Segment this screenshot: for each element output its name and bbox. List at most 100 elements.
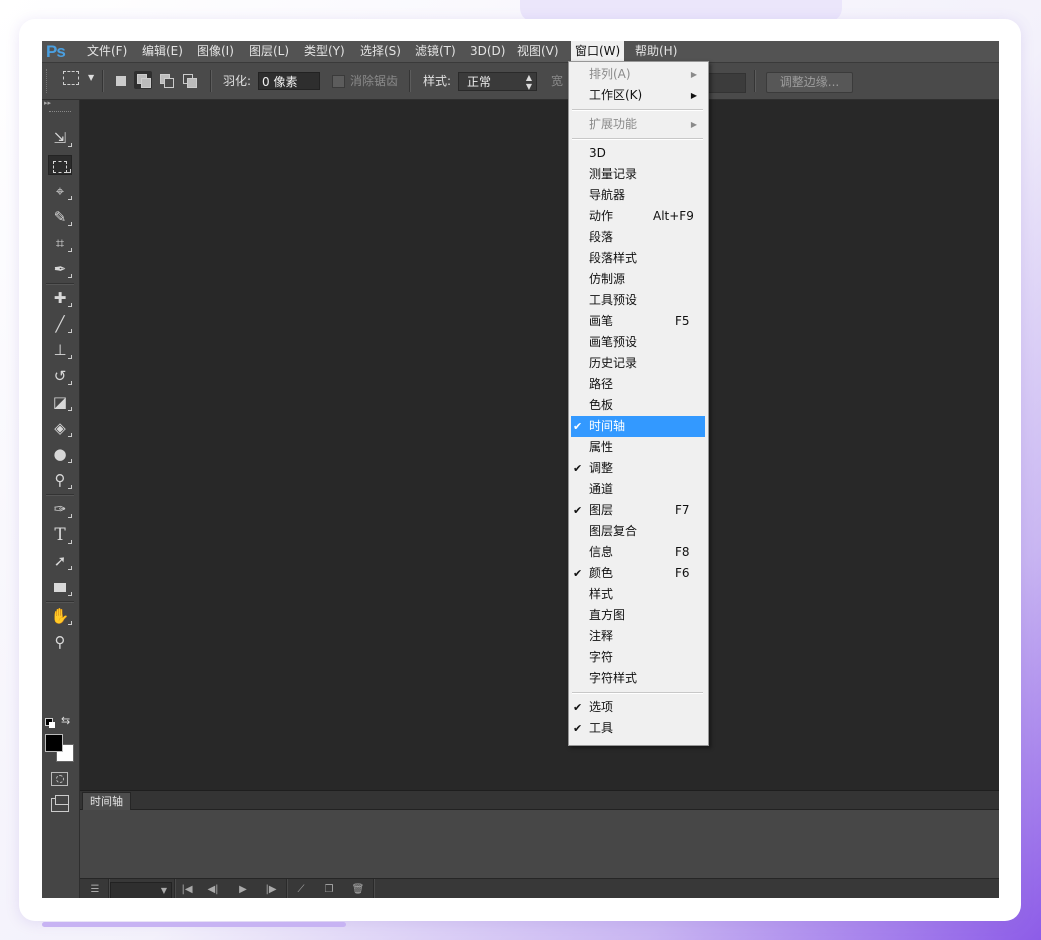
window-menu-item[interactable]: ✔ 图层 F7 [571, 500, 705, 521]
window-menu-item[interactable]: 色板 [571, 395, 705, 416]
play-icon[interactable]: ▶ [232, 879, 254, 898]
window-menu-item[interactable]: 通道 [571, 479, 705, 500]
dodge-tool-icon[interactable]: ⚲ [48, 470, 72, 490]
timeline-body[interactable] [80, 810, 999, 878]
menu-edit[interactable]: 编辑(E) [142, 41, 183, 62]
window-menu-item[interactable]: 画笔 F5 [571, 311, 705, 332]
chevron-down-icon[interactable]: ▼ [88, 73, 94, 82]
window-menu-item-label: 历史记录 [589, 356, 638, 370]
window-menu-item[interactable]: 字符 [571, 647, 705, 668]
window-menu-item[interactable]: 属性 [571, 437, 705, 458]
window-menu-item[interactable]: 画笔预设 [571, 332, 705, 353]
window-menu-item[interactable]: 导航器 [571, 185, 705, 206]
window-menu-item-label: 仿制源 [589, 272, 626, 286]
foreground-color-swatch[interactable] [45, 734, 63, 752]
window-menu-item[interactable]: 注释 [571, 626, 705, 647]
paint-bucket-tool-icon[interactable]: ◈ [48, 418, 72, 438]
intersect-selection-button[interactable] [180, 71, 198, 89]
checkmark-icon: ✔ [573, 462, 583, 475]
window-menu-item-label: 扩展功能 [589, 117, 638, 131]
window-menu-item[interactable]: ✔ 颜色 F6 [571, 563, 705, 584]
rectangle-tool-icon[interactable] [48, 577, 72, 597]
divider [373, 879, 375, 898]
window-menu-item[interactable]: 工作区(K) ▶ [571, 85, 705, 106]
chevron-down-icon: ▼ [160, 886, 167, 895]
next-frame-icon[interactable]: |▶ [260, 879, 282, 898]
window-menu-item[interactable]: 图层复合 [571, 521, 705, 542]
window-menu-item[interactable]: 段落样式 [571, 248, 705, 269]
history-brush-tool-icon[interactable]: ↺ [48, 366, 72, 386]
quick-mask-icon[interactable] [51, 772, 68, 786]
window-menu-item[interactable]: 信息 F8 [571, 542, 705, 563]
rectangular-marquee-tool-icon[interactable] [48, 155, 72, 175]
subtract-from-selection-button[interactable] [157, 71, 175, 89]
window-menu-item[interactable]: ✔ 工具 [571, 718, 705, 739]
window-menu-item[interactable]: 工具预设 [571, 290, 705, 311]
divider [754, 70, 756, 92]
window-menu-item[interactable]: 字符样式 [571, 668, 705, 689]
new-selection-button[interactable] [111, 71, 129, 89]
decorative-bottom-bar [42, 922, 346, 927]
anti-alias-checkbox[interactable] [332, 75, 345, 88]
swap-colors-icon[interactable]: ⇆ [61, 714, 70, 727]
quick-selection-tool-icon[interactable]: ✎ [48, 207, 72, 227]
menu-view[interactable]: 视图(V) [517, 41, 559, 62]
menu-type[interactable]: 类型(Y) [304, 41, 345, 62]
spot-healing-brush-tool-icon[interactable]: ✚ [48, 288, 72, 308]
blur-tool-icon[interactable]: ● [48, 444, 72, 464]
options-bar-grip[interactable] [46, 69, 49, 93]
menu-select[interactable]: 选择(S) [360, 41, 401, 62]
add-to-selection-button[interactable] [134, 71, 152, 89]
menu-filter[interactable]: 滤镜(T) [415, 41, 456, 62]
collapse-panel-icon[interactable]: ▸▸ [44, 100, 74, 107]
type-tool-icon[interactable]: T [48, 525, 72, 545]
window-menu-item[interactable]: 测量记录 [571, 164, 705, 185]
window-menu-item[interactable]: ✔ 调整 [571, 458, 705, 479]
toolbox-grip[interactable] [49, 111, 71, 114]
menu-window[interactable]: 窗口(W) [571, 41, 625, 62]
previous-frame-icon[interactable]: ◀| [202, 879, 224, 898]
delete-frame-icon[interactable]: 🗑 [347, 879, 369, 898]
window-menu-item[interactable]: 动作 Alt+F9 [571, 206, 705, 227]
move-tool-icon[interactable]: ⇲ [48, 128, 72, 148]
menu-layer[interactable]: 图层(L) [249, 41, 289, 62]
path-selection-tool-icon[interactable]: ➚ [48, 551, 72, 571]
window-menu-item[interactable]: 历史记录 [571, 353, 705, 374]
marquee-tool-preset-icon[interactable] [63, 71, 79, 85]
window-menu-item[interactable]: ✔ 选项 [571, 697, 705, 718]
lasso-tool-icon[interactable]: ⌖ [48, 181, 72, 201]
window-menu-item[interactable]: 路径 [571, 374, 705, 395]
timeline-mode-select[interactable]: ▼ [110, 882, 172, 898]
menu-file[interactable]: 文件(F) [87, 41, 127, 62]
window-menu-item[interactable]: 段落 [571, 227, 705, 248]
pen-tool-icon[interactable]: ✑ [48, 499, 72, 519]
tab-timeline[interactable]: 时间轴 [82, 792, 131, 810]
first-frame-icon[interactable]: |◀ [176, 879, 198, 898]
document-canvas-area[interactable] [80, 100, 999, 790]
zoom-tool-icon[interactable]: ⚲ [48, 632, 72, 652]
refine-edge-button[interactable]: 调整边缘... [766, 72, 853, 93]
photoshop-window: Ps 文件(F) 编辑(E) 图像(I) 图层(L) 类型(Y) 选择(S) 滤… [42, 41, 999, 898]
menu-3d[interactable]: 3D(D) [470, 41, 505, 62]
duplicate-frame-icon[interactable]: ❐ [318, 879, 340, 898]
window-menu-item[interactable]: 直方图 [571, 605, 705, 626]
hand-tool-icon[interactable]: ✋ [48, 606, 72, 626]
feather-input[interactable]: 0 像素 [258, 72, 320, 90]
screen-mode-icon[interactable] [51, 795, 69, 812]
eraser-tool-icon[interactable]: ◪ [48, 392, 72, 412]
window-menu-item[interactable]: 3D [571, 143, 705, 164]
window-menu-item[interactable]: 样式 [571, 584, 705, 605]
tween-icon[interactable]: ⟋ [290, 879, 312, 898]
clone-stamp-tool-icon[interactable]: ⊥ [48, 340, 72, 360]
style-select[interactable]: 正常 ▲ ▼ [458, 72, 537, 91]
menu-help[interactable]: 帮助(H) [635, 41, 677, 62]
timeline-menu-icon[interactable]: ☰ [84, 879, 106, 898]
menu-image[interactable]: 图像(I) [197, 41, 234, 62]
window-menu-item[interactable]: ✔ 时间轴 [571, 416, 705, 437]
height-input[interactable] [706, 73, 746, 93]
brush-tool-icon[interactable]: ╱ [48, 314, 72, 334]
crop-tool-icon[interactable]: ⌗ [48, 233, 72, 253]
default-colors-icon[interactable] [45, 718, 55, 728]
window-menu-item[interactable]: 仿制源 [571, 269, 705, 290]
eyedropper-tool-icon[interactable]: ✒ [48, 259, 72, 279]
